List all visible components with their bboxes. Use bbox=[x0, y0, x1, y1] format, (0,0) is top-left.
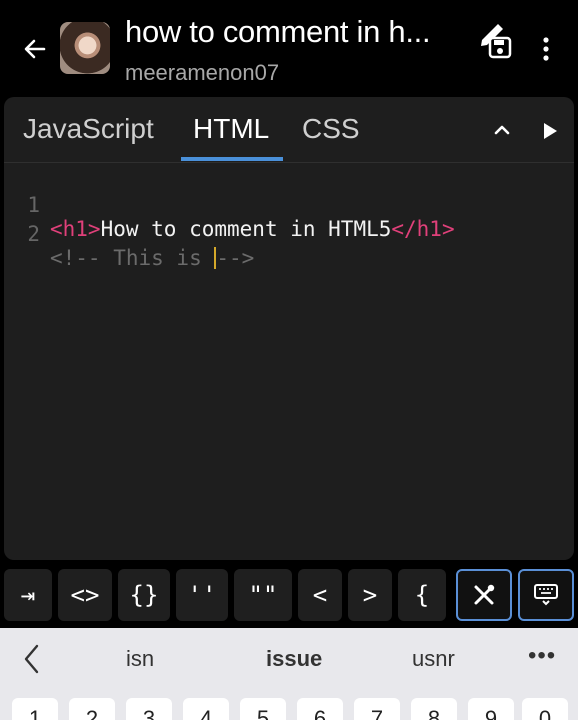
chevron-up-icon[interactable] bbox=[491, 119, 513, 141]
key-2[interactable]: 2 bbox=[69, 698, 115, 720]
more-horiz-icon[interactable]: ••• bbox=[528, 642, 556, 670]
tab-css[interactable]: CSS bbox=[302, 113, 360, 163]
curly-braces-key[interactable]: {} bbox=[118, 569, 170, 621]
comment-text: <!-- This is bbox=[50, 246, 215, 270]
back-arrow-icon[interactable] bbox=[18, 32, 52, 66]
code-line-content: <!-- This is --> bbox=[50, 246, 254, 270]
code-editor-panel: JavaScript HTML CSS 1 <h1>How to comment… bbox=[4, 97, 574, 560]
code-area[interactable]: 1 <h1>How to comment in HTML5</h1> 2 <!-… bbox=[4, 169, 574, 270]
accessory-key-row: ⇥ <> {} '' "" < > { bbox=[0, 566, 578, 626]
suggestion-1[interactable]: isn bbox=[126, 646, 154, 672]
code-line: 2 <!-- This is --> bbox=[4, 198, 574, 270]
tools-icon[interactable] bbox=[456, 569, 512, 621]
key-8[interactable]: 8 bbox=[411, 698, 457, 720]
double-quotes-key[interactable]: "" bbox=[234, 569, 292, 621]
tab-html[interactable]: HTML bbox=[193, 113, 269, 163]
soft-keyboard: isn issue usnr ••• 1 2 3 4 5 6 7 8 9 0 bbox=[0, 628, 578, 720]
angle-brackets-key[interactable]: <> bbox=[58, 569, 112, 621]
avatar[interactable] bbox=[60, 22, 110, 74]
key-1[interactable]: 1 bbox=[12, 698, 58, 720]
suggestion-2[interactable]: issue bbox=[266, 646, 322, 672]
key-6[interactable]: 6 bbox=[297, 698, 343, 720]
run-play-icon[interactable] bbox=[541, 121, 559, 141]
more-vert-icon[interactable] bbox=[536, 34, 556, 64]
key-4[interactable]: 4 bbox=[183, 698, 229, 720]
chevron-left-icon[interactable] bbox=[20, 642, 44, 676]
keyboard-hide-icon[interactable] bbox=[518, 569, 574, 621]
key-5[interactable]: 5 bbox=[240, 698, 286, 720]
key-9[interactable]: 9 bbox=[468, 698, 514, 720]
single-quotes-key[interactable]: '' bbox=[176, 569, 228, 621]
suggestion-3[interactable]: usnr bbox=[412, 646, 455, 672]
active-tab-indicator bbox=[181, 157, 283, 161]
tab-javascript[interactable]: JavaScript bbox=[23, 113, 154, 163]
comment-close: --> bbox=[216, 246, 255, 270]
app-header: how to comment in h... meeramenon07 bbox=[0, 0, 578, 95]
author-name[interactable]: meeramenon07 bbox=[125, 60, 279, 86]
edit-save-icon[interactable] bbox=[478, 18, 514, 60]
key-3[interactable]: 3 bbox=[126, 698, 172, 720]
line-number: 2 bbox=[27, 222, 40, 246]
less-than-key[interactable]: < bbox=[298, 569, 342, 621]
language-tabs: JavaScript HTML CSS bbox=[4, 97, 574, 163]
greater-than-key[interactable]: > bbox=[348, 569, 392, 621]
key-0[interactable]: 0 bbox=[522, 698, 568, 720]
number-key-row: 1 2 3 4 5 6 7 8 9 0 bbox=[0, 698, 578, 720]
open-brace-key[interactable]: { bbox=[398, 569, 446, 621]
key-7[interactable]: 7 bbox=[354, 698, 400, 720]
code-line: 1 <h1>How to comment in HTML5</h1> bbox=[4, 169, 574, 241]
tab-key[interactable]: ⇥ bbox=[4, 569, 52, 621]
page-title: how to comment in h... bbox=[125, 14, 431, 49]
